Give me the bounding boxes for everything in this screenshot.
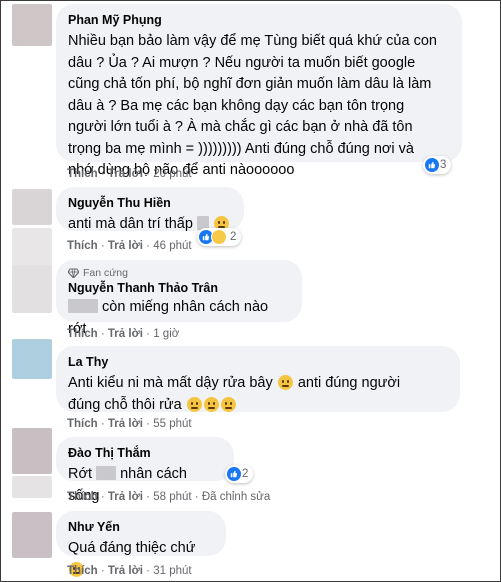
comment-actions: Thích · Trả lời · 55 phút xyxy=(67,418,192,430)
timestamp[interactable]: 20 phút xyxy=(153,168,191,180)
reaction-summary[interactable]: 2 xyxy=(197,228,242,246)
avatar[interactable] xyxy=(12,189,52,225)
reaction-count: 2 xyxy=(242,468,249,480)
timestamp[interactable]: 46 phút xyxy=(153,240,191,252)
reply-button[interactable]: Trả lời xyxy=(108,491,143,503)
comment-text: Nhiều bạn bảo làm vậy để mẹ Tùng biết qu… xyxy=(68,33,437,178)
commenter-name[interactable]: Nguyễn Thu Hiền xyxy=(68,195,232,211)
emoji-icon xyxy=(186,396,202,412)
emoji-icon xyxy=(203,396,219,412)
commenter-name[interactable]: La Thy xyxy=(68,354,448,370)
avatar[interactable] xyxy=(12,339,52,379)
comment-bubble: Đào Thị Thắm Rớt nhân cách sống xyxy=(56,437,234,504)
avatar[interactable] xyxy=(12,265,52,313)
censored-content xyxy=(96,466,117,480)
reply-button[interactable]: Trả lời xyxy=(108,328,143,340)
like-button[interactable]: Thích xyxy=(67,240,98,252)
like-button[interactable]: Thích xyxy=(67,168,98,180)
fan-badge-icon xyxy=(68,268,79,278)
edited-label[interactable]: Đã chỉnh sửa xyxy=(202,491,270,503)
like-button[interactable]: Thích xyxy=(67,491,98,503)
censored-content xyxy=(68,299,98,313)
comment-bubble: La Thy Anti kiểu ni mà mất dậy rửa bây a… xyxy=(56,346,460,413)
like-button[interactable]: Thích xyxy=(67,328,98,340)
haha-icon xyxy=(211,229,227,245)
timestamp[interactable]: 58 phút xyxy=(153,491,191,503)
emoji-icon xyxy=(277,375,293,390)
comment-bubble: Nguyễn Thu Hiền anti mà dân trí thấp xyxy=(56,187,244,232)
like-icon xyxy=(227,467,241,481)
timestamp[interactable]: 55 phút xyxy=(153,418,191,430)
avatar-shadow xyxy=(12,476,52,498)
commenter-name[interactable]: Như Yến xyxy=(68,519,214,535)
like-icon xyxy=(425,158,439,172)
reply-button[interactable]: Trả lời xyxy=(108,418,143,430)
timestamp[interactable]: 31 phút xyxy=(153,565,191,577)
reaction-summary[interactable]: 3 xyxy=(423,156,452,174)
reply-button[interactable]: Trả lời xyxy=(108,565,143,577)
comment-bubble: Như Yến Quá đáng thiệc chứ xyxy=(56,511,226,577)
reaction-count: 2 xyxy=(230,231,237,243)
comment-actions: Thích · Trả lời · 20 phút xyxy=(67,168,192,180)
comment-actions: Thích · Trả lời · 46 phút xyxy=(67,240,192,252)
fan-badge: Fan cứng xyxy=(68,266,290,280)
commenter-name[interactable]: Nguyễn Thanh Thảo Trân xyxy=(68,280,290,296)
avatar[interactable] xyxy=(12,512,52,558)
like-button[interactable]: Thích xyxy=(67,418,98,430)
comment-bubble: Fan cứng Nguyễn Thanh Thảo Trân còn miến… xyxy=(56,260,302,337)
commenter-name[interactable]: Phan Mỹ Phụng xyxy=(68,12,450,28)
commenter-name[interactable]: Đào Thị Thắm xyxy=(68,445,222,461)
comment-text: Anti kiểu ni mà mất dậy rửa bây anti đún… xyxy=(68,375,401,413)
comment-bubble: Phan Mỹ Phụng Nhiều bạn bảo làm vậy để m… xyxy=(56,4,462,178)
timestamp[interactable]: 1 giờ xyxy=(153,328,179,340)
emoji-icon xyxy=(220,396,236,412)
reply-button[interactable]: Trả lời xyxy=(108,240,143,252)
reaction-summary[interactable]: 2 xyxy=(225,465,254,483)
comment-actions: Thích · Trả lời · 1 giờ xyxy=(67,328,180,340)
reaction-count: 3 xyxy=(440,159,447,171)
avatar[interactable] xyxy=(12,428,52,474)
reply-button[interactable]: Trả lời xyxy=(108,168,143,180)
avatar[interactable] xyxy=(12,4,52,46)
comment-actions: Thích · Trả lời · 31 phút xyxy=(67,565,192,577)
like-button[interactable]: Thích xyxy=(67,565,98,577)
comment-actions: Thích · Trả lời · 58 phút · Đã chỉnh sửa xyxy=(67,491,271,503)
